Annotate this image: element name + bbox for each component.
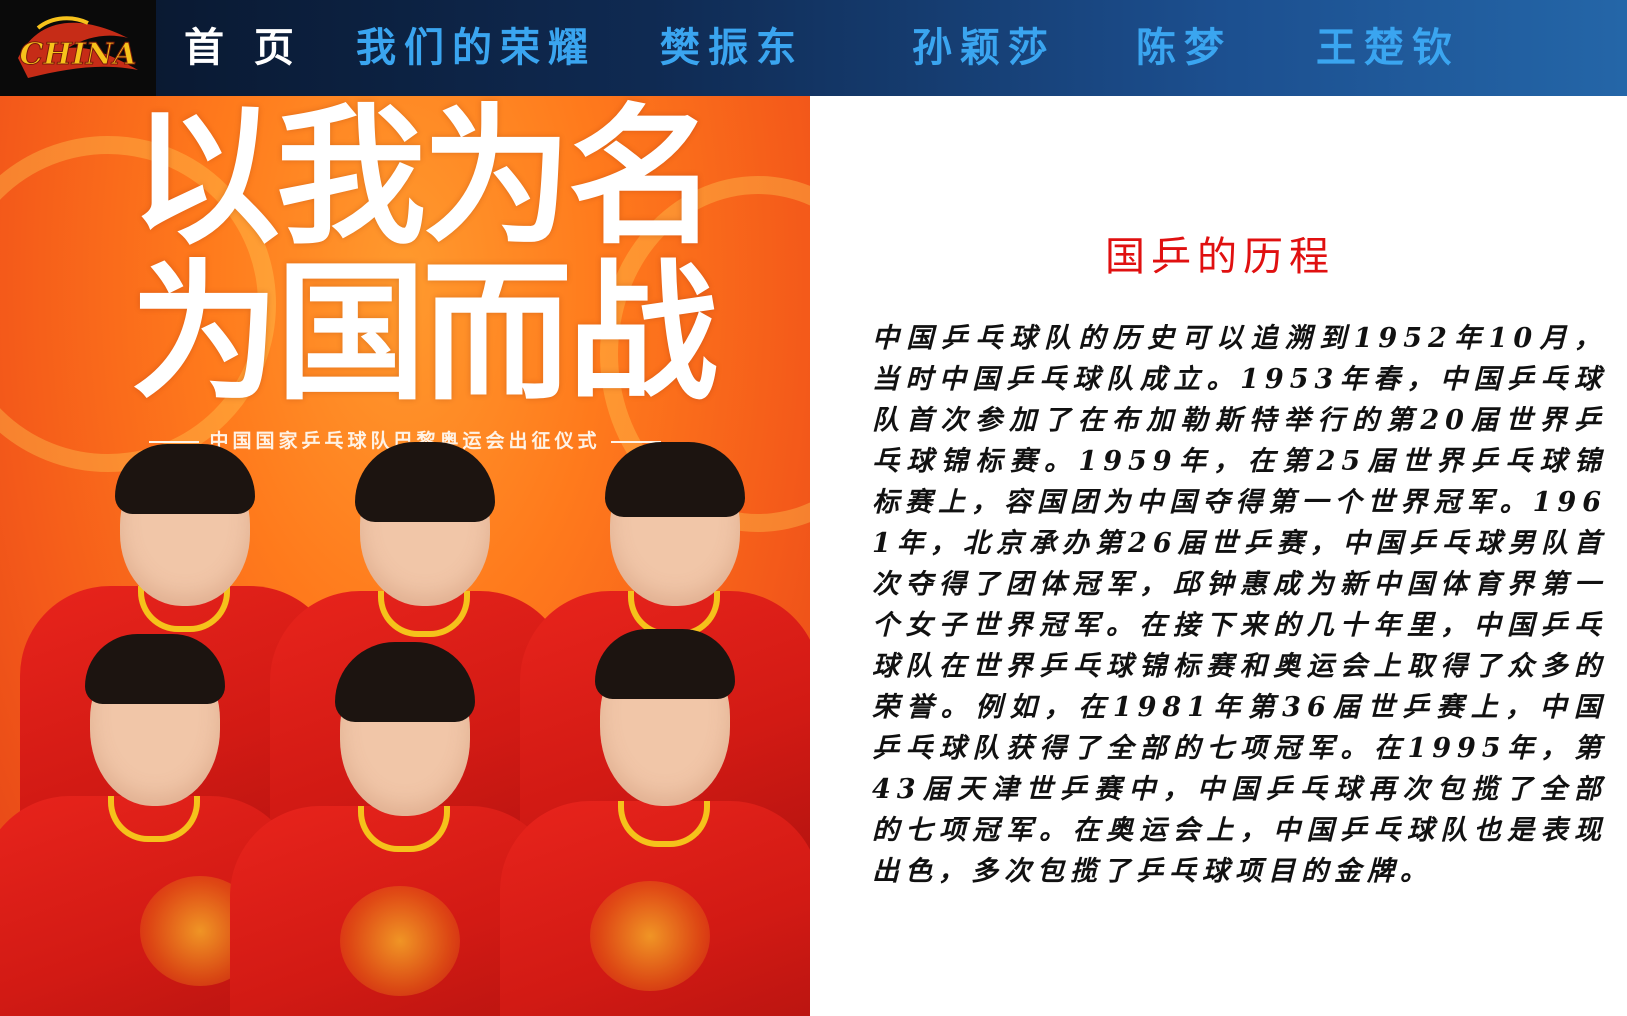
- top-navbar: CHINA 首 页 我们的荣耀 樊振东 孙颖莎 陈梦 王楚钦: [0, 0, 1627, 96]
- nav-our-glory[interactable]: 我们的荣耀: [356, 18, 596, 78]
- poster-title-line1: 以我为名: [130, 96, 718, 265]
- article-title: 国乒的历程: [1105, 234, 1335, 280]
- dragon-logo-icon: CHINA: [18, 16, 138, 78]
- china-logo[interactable]: CHINA: [0, 0, 156, 96]
- poster-title-line2: 为国而战: [130, 247, 718, 421]
- nav-home[interactable]: 首 页: [184, 18, 302, 78]
- svg-text:CHINA: CHINA: [20, 37, 137, 72]
- article-body: 中国乒乓球队的历史可以追溯到1952年10月，当时中国乒乓球队成立。1953年春…: [872, 323, 1607, 887]
- nav-wang-chuqin[interactable]: 王楚钦: [1316, 18, 1460, 78]
- nav-chen-meng[interactable]: 陈梦: [1136, 18, 1232, 78]
- nav-sun-yingsha[interactable]: 孙颖莎: [912, 18, 1056, 78]
- nav-fan-zhendong[interactable]: 樊振东: [660, 18, 804, 78]
- team-poster-image: 以我为名 为国而战 中国国家乒乓球队巴黎奥运会出征仪式: [0, 96, 810, 1016]
